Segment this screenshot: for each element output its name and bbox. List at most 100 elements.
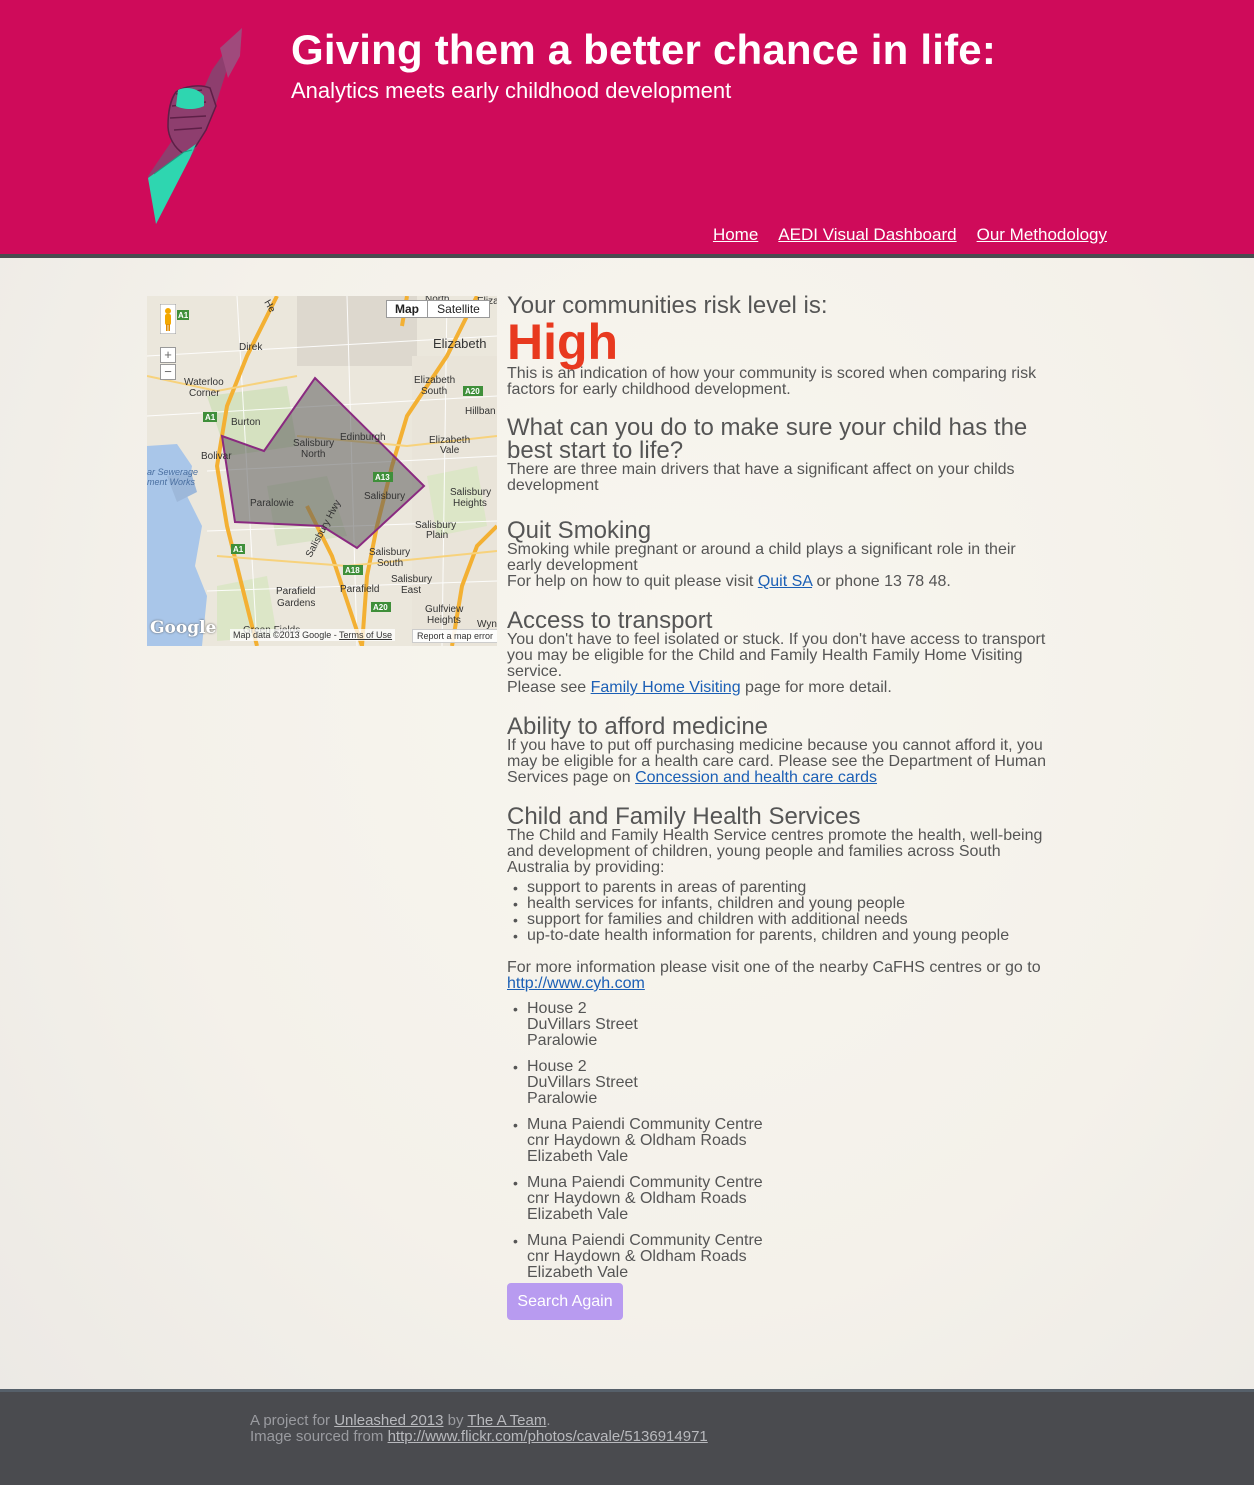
list-item: health services for infants, children an…: [507, 896, 1047, 913]
svg-text:South: South: [377, 558, 403, 569]
zoom-out-button[interactable]: −: [160, 364, 176, 380]
what-heading: What can you do to make sure your child …: [507, 414, 1028, 464]
centre-name: Muna Paiendi Community Centre: [527, 1116, 763, 1133]
svg-text:Edinburgh: Edinburgh: [340, 432, 386, 443]
hands-logo-icon: [148, 28, 242, 224]
cafhs-more-prefix: For more information please visit one of…: [507, 959, 1041, 976]
footer-credit: A project for Unleashed 2013 by The A Te…: [250, 1413, 708, 1429]
map-attribution-text: Map data ©2013 Google -: [233, 630, 337, 640]
list-item: support for families and children with a…: [507, 912, 1047, 929]
footer-image-prefix: Image sourced from: [250, 1428, 384, 1445]
transport-see-prefix: Please see: [507, 679, 587, 696]
centre-street: cnr Haydown & Oldham Roads: [527, 1248, 747, 1265]
cyh-link[interactable]: http://www.cyh.com: [507, 975, 645, 992]
smoking-help: For help on how to quit please visit Qui…: [507, 574, 1047, 590]
svg-text:A20: A20: [465, 387, 480, 396]
team-link[interactable]: The A Team: [467, 1412, 546, 1429]
concession-cards-link[interactable]: Concession and health care cards: [635, 769, 877, 786]
svg-text:Corner: Corner: [189, 388, 220, 399]
smoking-help-suffix: or phone 13 78 48.: [816, 573, 951, 590]
svg-text:Salisbury: Salisbury: [391, 574, 432, 585]
quit-sa-link[interactable]: Quit SA: [758, 573, 812, 590]
centre-street: cnr Haydown & Oldham Roads: [527, 1132, 747, 1149]
centre-suburb: Paralowie: [527, 1090, 598, 1107]
svg-text:South: South: [421, 386, 447, 397]
street-view-pegman-icon[interactable]: [160, 304, 176, 334]
centre-item: Muna Paiendi Community Centrecnr Haydown…: [507, 1233, 1047, 1281]
cafhs-heading: Child and Family Health Services: [507, 803, 861, 830]
centre-suburb: Elizabeth Vale: [527, 1206, 629, 1223]
svg-text:Salisbury: Salisbury: [293, 438, 334, 449]
transport-see: Please see Family Home Visiting page for…: [507, 680, 1047, 696]
zoom-in-button[interactable]: +: [160, 347, 176, 363]
svg-text:A18: A18: [345, 566, 360, 575]
footer-image-source: Image sourced from http://www.flickr.com…: [250, 1429, 708, 1445]
risk-level-value: High: [507, 314, 619, 370]
svg-text:Vale: Vale: [440, 445, 460, 456]
svg-text:A13: A13: [375, 473, 390, 482]
svg-text:Parafield: Parafield: [276, 586, 315, 597]
unleashed-link[interactable]: Unleashed 2013: [334, 1412, 443, 1429]
main-nav: Home AEDI Visual Dashboard Our Methodolo…: [713, 225, 1107, 245]
nav-home-link[interactable]: Home: [713, 225, 758, 245]
list-item: up-to-date health information for parent…: [507, 928, 1047, 945]
footer-text: A project for Unleashed 2013 by The A Te…: [250, 1413, 708, 1445]
smoking-help-prefix: For help on how to quit please visit: [507, 573, 754, 590]
community-map[interactable]: A1 A1 A1 A13 A18 A20 A20 He North Elizal…: [147, 296, 497, 646]
what-description: There are three main drivers that have a…: [507, 461, 1015, 494]
svg-text:Salisbury: Salisbury: [364, 491, 405, 502]
centre-suburb: Elizabeth Vale: [527, 1264, 629, 1281]
nav-methodology-link[interactable]: Our Methodology: [977, 225, 1107, 245]
svg-text:Bolivar: Bolivar: [201, 451, 232, 462]
svg-text:Salisbury: Salisbury: [369, 547, 410, 558]
svg-text:ment Works: ment Works: [147, 477, 196, 487]
centre-name: Muna Paiendi Community Centre: [527, 1232, 763, 1249]
search-again-button[interactable]: Search Again: [507, 1283, 623, 1320]
svg-text:A1: A1: [178, 311, 189, 320]
family-home-visiting-link[interactable]: Family Home Visiting: [591, 679, 741, 696]
map-type-satellite-button[interactable]: Satellite: [427, 300, 490, 318]
medicine-heading: Ability to afford medicine: [507, 713, 769, 740]
main-content: Your communities risk level is: High Thi…: [507, 294, 1047, 1320]
smoking-text: Smoking while pregnant or around a child…: [507, 541, 1016, 574]
centre-suburb: Paralowie: [527, 1032, 598, 1049]
centre-item: House 2DuVillars StreetParalowie: [507, 1059, 1047, 1107]
google-logo: Google: [150, 618, 217, 638]
svg-text:Heights: Heights: [427, 615, 461, 626]
cafhs-services-list: support to parents in areas of parenting…: [507, 880, 1047, 945]
centre-name: House 2: [527, 1000, 587, 1017]
svg-text:Burton: Burton: [231, 417, 260, 428]
svg-text:Elizabeth: Elizabeth: [414, 375, 455, 386]
centre-street: DuVillars Street: [527, 1016, 638, 1033]
svg-text:Salisbury: Salisbury: [450, 487, 491, 498]
svg-text:A1: A1: [205, 413, 216, 422]
svg-text:A1: A1: [233, 545, 244, 554]
svg-text:Parafield: Parafield: [340, 584, 379, 595]
svg-text:Gardens: Gardens: [277, 598, 315, 609]
svg-text:Hillban: Hillban: [465, 406, 496, 417]
site-subtitle: Analytics meets early childhood developm…: [291, 78, 732, 103]
header-divider: [0, 254, 1254, 258]
centre-street: cnr Haydown & Oldham Roads: [527, 1190, 747, 1207]
nav-dashboard-link[interactable]: AEDI Visual Dashboard: [778, 225, 956, 245]
medicine-text: If you have to put off purchasing medici…: [507, 738, 1047, 786]
svg-text:North: North: [301, 449, 325, 460]
cafhs-more: For more information please visit one of…: [507, 960, 1047, 992]
site-title: Giving them a better chance in life:: [291, 26, 997, 73]
map-attribution: Map data ©2013 Google - Terms of Use: [230, 629, 396, 641]
smoking-heading: Quit Smoking: [507, 517, 652, 544]
svg-text:Heights: Heights: [453, 498, 487, 509]
centre-name: Muna Paiendi Community Centre: [527, 1174, 763, 1191]
list-item: support to parents in areas of parenting: [507, 880, 1047, 897]
svg-text:Direk: Direk: [239, 342, 263, 353]
footer-credit-prefix: A project for: [250, 1412, 331, 1429]
svg-text:Waterloo: Waterloo: [184, 377, 224, 388]
centres-list: House 2DuVillars StreetParalowie House 2…: [507, 1001, 1047, 1281]
report-map-error-link[interactable]: Report a map error: [412, 629, 497, 643]
flickr-link[interactable]: http://www.flickr.com/photos/cavale/5136…: [388, 1428, 708, 1445]
transport-text: You don't have to feel isolated or stuck…: [507, 631, 1046, 680]
centre-item: Muna Paiendi Community Centrecnr Haydown…: [507, 1175, 1047, 1223]
map-canvas[interactable]: A1 A1 A1 A13 A18 A20 A20 He North Elizal…: [147, 296, 497, 646]
map-type-map-button[interactable]: Map: [386, 300, 428, 318]
terms-of-use-link[interactable]: Terms of Use: [339, 630, 392, 640]
